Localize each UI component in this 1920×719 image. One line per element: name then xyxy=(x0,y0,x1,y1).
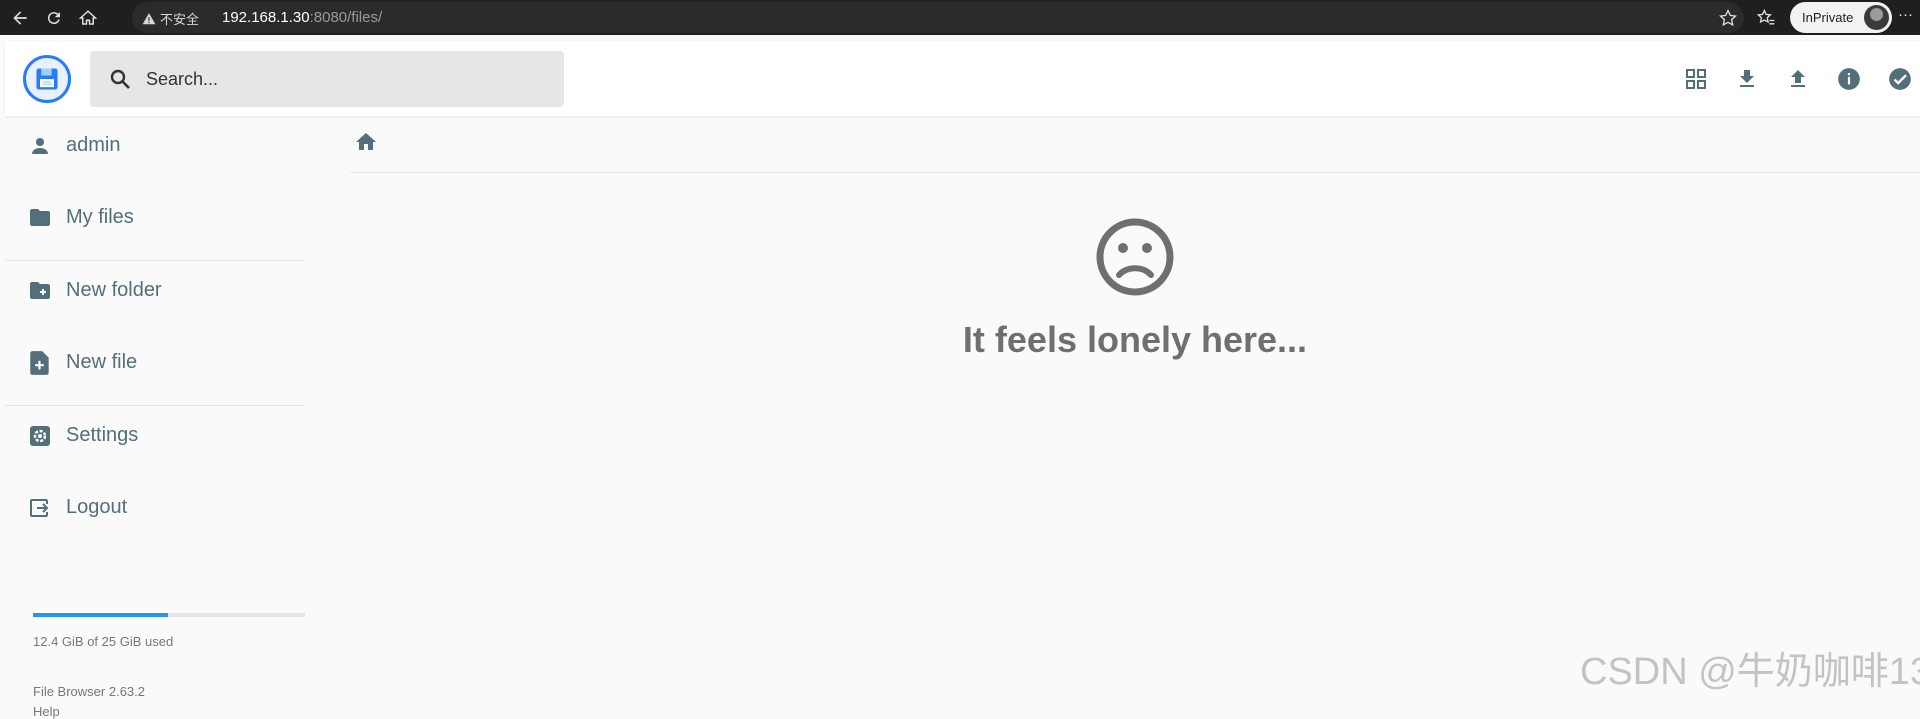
watermark: CSDN @牛奶咖啡13 xyxy=(1580,651,1920,693)
home-button[interactable] xyxy=(74,4,102,32)
url-host: 192.168.1.30 xyxy=(222,9,310,26)
warning-icon xyxy=(142,12,156,24)
refresh-button[interactable] xyxy=(40,4,68,32)
sidebar-item-label: New folder xyxy=(66,279,162,301)
settings-icon xyxy=(27,423,53,449)
more-options-button[interactable]: ··· xyxy=(1898,6,1913,23)
sidebar: admin My files New folder New file Setti… xyxy=(5,116,310,719)
search-box[interactable] xyxy=(90,51,564,107)
search-input[interactable] xyxy=(146,65,546,93)
floppy-disk-icon xyxy=(36,68,58,90)
empty-message: It feels lonely here... xyxy=(962,319,1308,360)
avatar xyxy=(1864,5,1889,30)
breadcrumb-home[interactable] xyxy=(352,128,380,156)
upload-icon xyxy=(1791,70,1805,87)
sidebar-item-label: admin xyxy=(66,134,121,156)
sidebar-item-label: New file xyxy=(66,351,138,373)
inprivate-label: InPrivate xyxy=(1802,10,1854,25)
sidebar-item-label: Logout xyxy=(66,496,128,518)
folder-icon xyxy=(27,205,53,231)
person-icon xyxy=(27,133,53,159)
inprivate-badge[interactable]: InPrivate xyxy=(1790,2,1892,33)
storage-usage-text: 12.4 GiB of 25 GiB used xyxy=(33,634,174,649)
back-button[interactable] xyxy=(6,4,34,32)
sidebar-item-new-file[interactable]: New file xyxy=(5,333,310,393)
sidebar-item-label: My files xyxy=(66,206,134,228)
grid-view-icon xyxy=(1686,69,1706,89)
security-label: 不安全 xyxy=(160,12,200,27)
refresh-icon xyxy=(47,12,60,25)
url-path: :8080/files/ xyxy=(309,9,383,26)
home-icon xyxy=(356,133,376,150)
help-link[interactable]: Help xyxy=(33,704,60,719)
info-button[interactable] xyxy=(1832,62,1866,96)
empty-state: It feels lonely here... xyxy=(935,217,1335,361)
favorites-button[interactable] xyxy=(1752,4,1780,32)
address-bar[interactable]: 不安全 192.168.1.30:8080/files/ xyxy=(132,2,1744,33)
sidebar-item-my-files[interactable]: My files xyxy=(5,188,310,248)
sidebar-item-admin[interactable]: admin xyxy=(5,116,310,176)
app-logo[interactable] xyxy=(23,55,71,103)
info-icon xyxy=(1838,68,1860,90)
new-file-icon xyxy=(27,350,53,376)
download-button[interactable] xyxy=(1730,62,1764,96)
browser-toolbar: 不安全 192.168.1.30:8080/files/ InPrivate ·… xyxy=(0,0,1920,35)
browser-home-icon xyxy=(79,10,97,25)
select-multiple-button[interactable] xyxy=(1883,62,1917,96)
storage-usage-fill xyxy=(33,613,168,617)
favorites-icon xyxy=(1756,8,1775,25)
sad-face-icon xyxy=(1096,218,1174,296)
search-icon xyxy=(110,69,130,89)
download-icon xyxy=(1740,70,1754,87)
favorite-button[interactable] xyxy=(1718,8,1738,33)
sidebar-item-new-folder[interactable]: New folder xyxy=(5,261,310,321)
toggle-view-button[interactable] xyxy=(1679,62,1713,96)
app-header xyxy=(5,41,1920,116)
sidebar-item-logout[interactable]: Logout xyxy=(5,478,310,538)
security-warning[interactable]: 不安全 xyxy=(142,9,199,28)
new-folder-icon xyxy=(27,278,53,304)
sidebar-item-label: Settings xyxy=(66,424,139,446)
sidebar-item-settings[interactable]: Settings xyxy=(5,406,310,466)
breadcrumb xyxy=(350,128,1920,173)
star-icon xyxy=(1719,8,1737,27)
upload-button[interactable] xyxy=(1781,62,1815,96)
url-text: 192.168.1.30:8080/files/ xyxy=(222,9,382,26)
file-browser-app: admin My files New folder New file xyxy=(5,41,1920,719)
check-circle-icon xyxy=(1889,68,1911,90)
back-arrow-icon xyxy=(13,11,27,25)
storage-usage-bar xyxy=(33,613,305,617)
app-version: File Browser 2.63.2 xyxy=(33,684,145,699)
logout-icon xyxy=(27,495,53,521)
